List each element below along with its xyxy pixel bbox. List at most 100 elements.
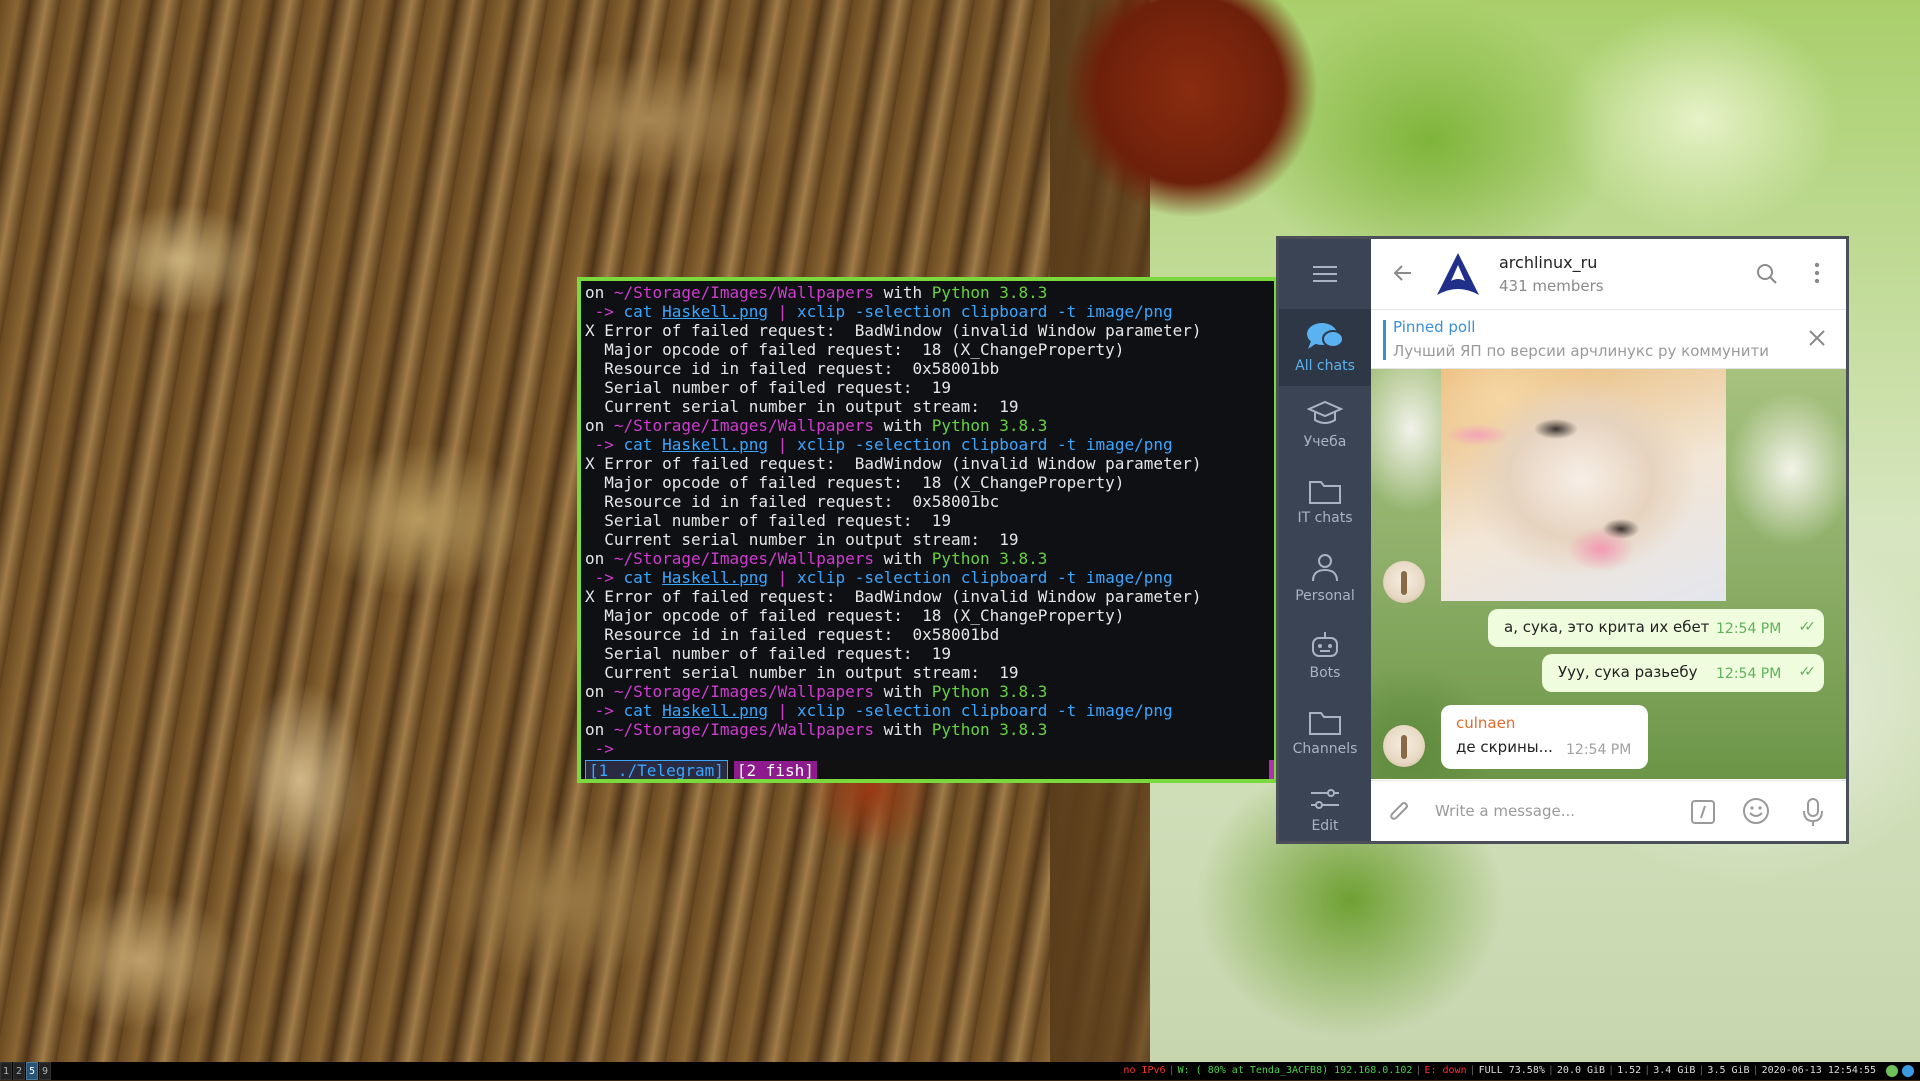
- terminal-text: with: [874, 416, 932, 435]
- status-block: 1.52: [1617, 1065, 1642, 1076]
- emoji-icon[interactable]: [1742, 797, 1770, 825]
- terminal-text: Major opcode of failed request: 18 (X_Ch…: [585, 606, 1125, 625]
- terminal-text: with: [874, 720, 932, 739]
- terminal-line: on ~/Storage/Images/Wallpapers with Pyth…: [585, 283, 1274, 302]
- terminal-text: on: [585, 283, 614, 302]
- folder-personal[interactable]: Personal: [1279, 540, 1371, 617]
- terminal-text: Serial number of failed request: 19: [585, 511, 952, 530]
- folder-bots[interactable]: Bots: [1279, 617, 1371, 694]
- chat-title[interactable]: archlinux_ru: [1499, 253, 1597, 272]
- tmux-window-telegram[interactable]: [1 ./Telegram]: [585, 760, 728, 779]
- telegram-tray-icon[interactable]: [1902, 1065, 1914, 1077]
- terminal-text: ->: [585, 739, 614, 758]
- message-outgoing[interactable]: Ууу, сука разьебу 12:54 PM ✓✓: [1542, 654, 1824, 692]
- terminal-line: Current serial number in output stream: …: [585, 530, 1274, 549]
- terminal-line: Resource id in failed request: 0x58001bb: [585, 359, 1274, 378]
- message-outgoing[interactable]: а, сука, это крита их ебет 12:54 PM ✓✓: [1488, 609, 1824, 647]
- avatar[interactable]: [1383, 725, 1425, 767]
- terminal-line: Serial number of failed request: 19: [585, 511, 1274, 530]
- microphone-icon[interactable]: [1802, 797, 1824, 827]
- terminal-file-link[interactable]: Haskell.png: [662, 435, 768, 454]
- terminal-text: on: [585, 549, 614, 568]
- pinned-label: Pinned poll: [1393, 318, 1476, 336]
- status-separator: |: [1608, 1065, 1615, 1076]
- message-time: 12:54 PM: [1566, 742, 1632, 758]
- search-icon[interactable]: [1756, 263, 1778, 285]
- workspace-button[interactable]: 1: [0, 1062, 12, 1080]
- close-icon[interactable]: [1808, 329, 1826, 347]
- terminal-text: ~/Storage/Images/Wallpapers: [613, 283, 874, 302]
- terminal-line: Resource id in failed request: 0x58001bd: [585, 625, 1274, 644]
- archlinux-logo-icon[interactable]: [1435, 251, 1481, 297]
- terminal-line: -> cat Haskell.png | xclip -selection cl…: [585, 701, 1274, 720]
- terminal-text: Python 3.8.3: [931, 283, 1048, 302]
- photo-message-kitten[interactable]: [1441, 369, 1726, 601]
- telegram-window[interactable]: All chats Учеба IT chats Personal Bots C…: [1276, 236, 1849, 844]
- message-time: 12:54 PM: [1716, 621, 1782, 637]
- terminal-file-link[interactable]: Haskell.png: [662, 568, 768, 587]
- terminal-line: on ~/Storage/Images/Wallpapers with Pyth…: [585, 682, 1274, 701]
- workspace-button[interactable]: 9: [39, 1062, 51, 1080]
- folders-sidebar: All chats Учеба IT chats Personal Bots C…: [1279, 239, 1371, 841]
- terminal-text: Current serial number in output stream: …: [585, 530, 1019, 549]
- main-menu-button[interactable]: [1279, 239, 1371, 309]
- folder-channels[interactable]: Channels: [1279, 694, 1371, 771]
- terminal-cursor: [1269, 760, 1274, 779]
- chat-member-count: 431 members: [1499, 277, 1604, 295]
- workspace-button[interactable]: 5: [26, 1062, 38, 1080]
- terminal-window[interactable]: on ~/Storage/Images/Wallpapers with Pyth…: [577, 277, 1278, 783]
- terminal-text: ->: [585, 568, 624, 587]
- terminal-text: on: [585, 416, 614, 435]
- message-time: 12:54 PM: [1716, 666, 1782, 682]
- folder-label: Edit: [1311, 818, 1339, 834]
- terminal-line: Serial number of failed request: 19: [585, 644, 1274, 663]
- terminal-text: xclip -selection clipboard -t image/png: [796, 701, 1173, 720]
- status-blocks: no IPv6 | W: ( 80% at Tenda_3ACFB8) 192.16…: [1123, 1062, 1876, 1080]
- terminal-file-link[interactable]: Haskell.png: [662, 701, 768, 720]
- folder-ucheba[interactable]: Учеба: [1279, 386, 1371, 463]
- message-sender[interactable]: culnaen: [1456, 714, 1515, 732]
- paperclip-icon[interactable]: [1387, 799, 1413, 825]
- message-input[interactable]: [1433, 801, 1687, 821]
- terminal-text: X Error of failed request: BadWindow (in…: [585, 454, 1202, 473]
- more-vertical-icon[interactable]: [1814, 261, 1820, 285]
- terminal-text: ->: [585, 701, 624, 720]
- workspace-button[interactable]: 2: [13, 1062, 25, 1080]
- tmux-status-line: [1 ./Telegram] [2 fish]: [585, 760, 1274, 779]
- pinned-text: Лучший ЯП по версии арчлинукс ру коммуни…: [1393, 342, 1769, 360]
- tmux-window-fish[interactable]: [2 fish]: [733, 761, 817, 779]
- chat-header: archlinux_ru 431 members: [1371, 239, 1846, 310]
- workspace-switcher: 1259: [0, 1062, 52, 1080]
- terminal-text: Serial number of failed request: 19: [585, 378, 952, 397]
- terminal-text: Major opcode of failed request: 18 (X_Ch…: [585, 473, 1125, 492]
- terminal-text: ~/Storage/Images/Wallpapers: [613, 720, 874, 739]
- folder-label: Personal: [1295, 588, 1355, 604]
- terminal-output: on ~/Storage/Images/Wallpapers with Pyth…: [585, 283, 1274, 758]
- status-separator: |: [1168, 1065, 1175, 1076]
- sliders-icon: [1311, 789, 1339, 809]
- terminal-text: Python 3.8.3: [931, 682, 1048, 701]
- double-check-icon: ✓✓: [1798, 664, 1817, 680]
- terminal-text: Python 3.8.3: [931, 720, 1048, 739]
- status-block: W: ( 80% at Tenda_3ACFB8) 192.168.0.102: [1177, 1065, 1413, 1076]
- back-arrow-icon[interactable]: [1391, 261, 1415, 285]
- folder-it-chats[interactable]: IT chats: [1279, 463, 1371, 540]
- terminal-text: |: [768, 701, 797, 720]
- bot-command-icon[interactable]: [1690, 799, 1716, 825]
- double-check-icon: ✓✓: [1798, 619, 1817, 635]
- terminal-text: xclip -selection clipboard -t image/png: [796, 435, 1173, 454]
- status-separator: |: [1644, 1065, 1651, 1076]
- message-incoming[interactable]: culnaen де скрины... 12:54 PM: [1441, 705, 1648, 769]
- terminal-file-link[interactable]: Haskell.png: [662, 302, 768, 321]
- folder-all-chats[interactable]: All chats: [1279, 309, 1371, 386]
- terminal-line: -> cat Haskell.png | xclip -selection cl…: [585, 302, 1274, 321]
- folder-edit[interactable]: Edit: [1279, 771, 1371, 841]
- message-list[interactable]: а, сука, это крита их ебет 12:54 PM ✓✓ У…: [1371, 369, 1846, 779]
- terminal-text: |: [768, 435, 797, 454]
- pinned-message-bar[interactable]: Pinned poll Лучший ЯП по версии арчлинук…: [1371, 310, 1846, 369]
- avatar[interactable]: [1383, 561, 1425, 603]
- folder-label: Учеба: [1303, 434, 1347, 450]
- folder-label: IT chats: [1297, 510, 1353, 526]
- tray-app-icon[interactable]: [1886, 1065, 1898, 1077]
- terminal-line: Major opcode of failed request: 18 (X_Ch…: [585, 606, 1274, 625]
